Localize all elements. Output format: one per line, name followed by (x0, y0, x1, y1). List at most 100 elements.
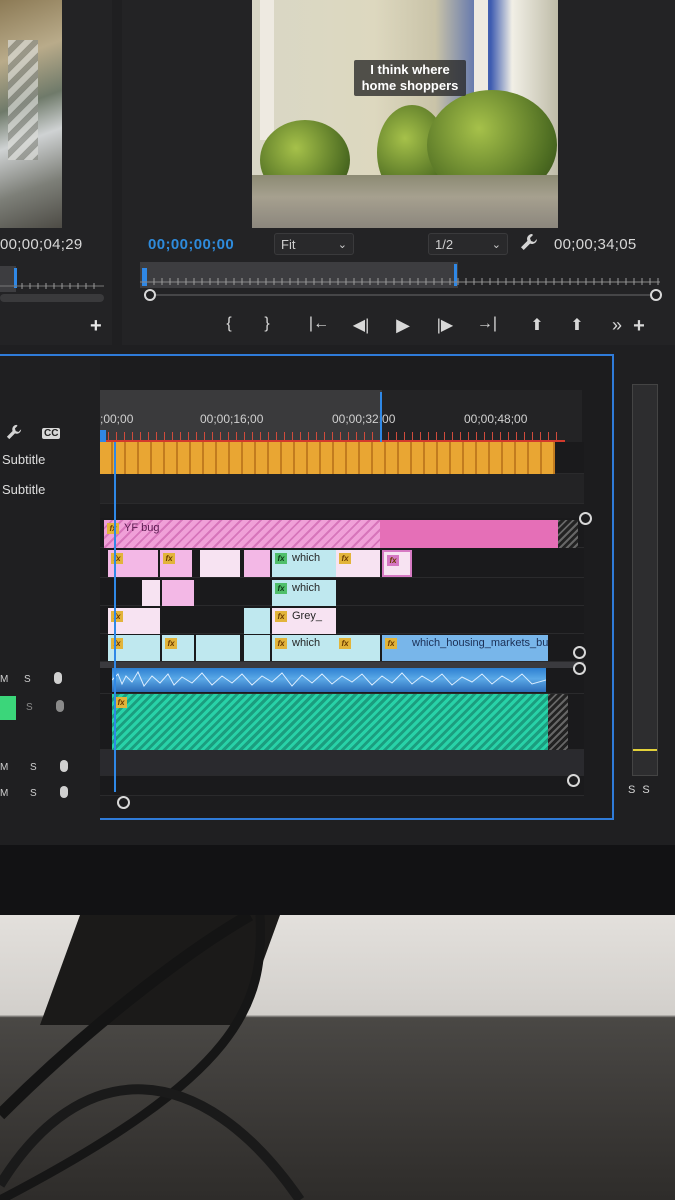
step-back-button[interactable]: ◀| (350, 315, 372, 335)
clip-blue[interactable] (244, 608, 270, 634)
solo-button[interactable]: S (24, 674, 31, 685)
video-caption: I think where home shoppers (354, 60, 466, 96)
clip-blue[interactable] (244, 635, 270, 661)
audio-lane-a3[interactable] (100, 750, 584, 776)
clip-selected-small[interactable]: fx (382, 550, 412, 577)
fx-badge: fx (385, 638, 397, 649)
subtitle-clip-strip[interactable] (100, 442, 555, 474)
fx-badge: fx (387, 555, 399, 566)
clip-grey[interactable]: fx Grey_ (272, 608, 336, 634)
track-scroll-handle[interactable] (573, 662, 586, 675)
cables (0, 915, 305, 1200)
clip-light[interactable] (200, 550, 240, 577)
program-playhead-timecode[interactable]: 00;00;00;00 (148, 236, 234, 253)
program-duration-timecode: 00;00;34;05 (554, 236, 637, 253)
subtitle-lane-2[interactable] (100, 474, 584, 504)
microphone-icon[interactable] (54, 672, 62, 684)
microphone-icon[interactable] (60, 760, 68, 772)
clip-label: which (292, 637, 321, 649)
fx-badge: fx (115, 697, 127, 708)
track-name-subtitle-1: Subtitle (2, 452, 46, 467)
mute-button[interactable]: M (0, 674, 8, 685)
mute-button[interactable]: M (0, 788, 8, 799)
timeline-wrench-icon[interactable] (6, 424, 22, 445)
playhead-line[interactable] (114, 442, 116, 792)
source-timecode[interactable]: 00;00;04;29 (0, 236, 112, 253)
program-scrubber[interactable] (140, 262, 670, 304)
house-column (260, 0, 274, 140)
fit-dropdown[interactable]: Fit ⌄ (274, 233, 354, 255)
clip-which-housing-markets[interactable]: fx which_housing_markets_bu (382, 635, 548, 661)
go-to-in-button[interactable]: |← (308, 315, 330, 333)
microphone-icon[interactable] (60, 786, 68, 798)
clip-which-v3[interactable]: fx which (272, 550, 336, 577)
fit-dropdown-value: Fit (281, 237, 296, 252)
premiere-app-window: 00;00;04;29 + I think where home shopper… (0, 0, 675, 850)
timeline-panel: CC Subtitle Subtitle M S S M S M S ;00;0… (0, 354, 614, 822)
clip-yf-bug[interactable]: fx YF bug (104, 520, 380, 548)
clip-light[interactable] (142, 580, 160, 606)
clip-pink[interactable] (244, 550, 270, 577)
play-button[interactable]: ▶ (392, 315, 414, 336)
extract-button[interactable]: ⬆ (566, 315, 588, 335)
wrench-icon[interactable] (520, 233, 538, 256)
ground (252, 175, 558, 228)
clip-pink[interactable] (162, 580, 194, 606)
clip-pink[interactable]: fx (160, 550, 192, 577)
audio-lane-a4[interactable] (100, 776, 584, 796)
microphone-icon[interactable] (56, 700, 64, 712)
clip-blue[interactable]: fx (336, 635, 380, 661)
source-monitor-panel: 00;00;04;29 + (0, 0, 112, 345)
mark-out-button[interactable]: } (256, 315, 278, 333)
audio-meter-panel: S S (614, 354, 675, 820)
clip-which-v2[interactable]: fx which (272, 580, 336, 606)
source-add-button[interactable]: + (90, 315, 102, 338)
track-scroll-handle[interactable] (567, 774, 580, 787)
clip-label: which (292, 552, 321, 564)
fx-badge: fx (111, 553, 123, 564)
clip-which-v1[interactable]: fx which (272, 635, 336, 661)
fx-badge: fx (111, 611, 123, 622)
resolution-dropdown-value: 1/2 (435, 237, 454, 252)
clip-hatched-end (548, 694, 568, 750)
clip-blue[interactable]: fx (162, 635, 194, 661)
timeline-zoom-handle[interactable] (117, 796, 130, 809)
source-monitor-frame (0, 0, 62, 228)
fx-badge: fx (275, 638, 287, 649)
audio-clip-a2[interactable]: fx (112, 694, 548, 750)
video-lane-v2[interactable] (100, 606, 584, 634)
meter-solo-labels[interactable]: S S (628, 784, 652, 796)
lift-button[interactable]: ⬆ (526, 315, 548, 335)
playhead-handle[interactable] (100, 430, 106, 442)
audio-meter (632, 384, 658, 776)
more-controls-button[interactable]: » (606, 315, 628, 336)
mute-button[interactable]: M (0, 762, 8, 773)
solo-button[interactable]: S (30, 788, 37, 799)
mark-in-button[interactable]: { (218, 315, 240, 333)
clip-blue[interactable] (196, 635, 240, 661)
resolution-dropdown[interactable]: 1/2 ⌄ (428, 233, 508, 255)
step-forward-button[interactable]: |▶ (434, 315, 456, 335)
fx-badge: fx (107, 523, 119, 534)
clip-pink-block[interactable] (380, 520, 558, 548)
audio-clip-a1[interactable] (112, 668, 546, 692)
ruler-label: 00;00;16;00 (200, 412, 264, 426)
track-scroll-handle[interactable] (579, 512, 592, 525)
go-to-out-button[interactable]: →| (476, 315, 498, 333)
program-add-button[interactable]: + (628, 315, 650, 338)
chevron-down-icon: ⌄ (337, 239, 347, 251)
clip-label: which (292, 582, 321, 594)
solo-button[interactable]: S (30, 762, 37, 773)
solo-button[interactable]: S (26, 702, 33, 713)
meter-peak (633, 749, 657, 751)
clip-label: Grey_ (292, 610, 322, 622)
captions-cc-icon[interactable]: CC (42, 428, 61, 439)
source-scrubber[interactable] (0, 266, 104, 302)
clip-light[interactable]: fx (336, 550, 380, 577)
ruler-label: 00;00;32;00 (332, 412, 396, 426)
track-scroll-handle[interactable] (573, 646, 586, 659)
audio-waveform (112, 670, 546, 687)
work-area-end-marker[interactable] (380, 392, 382, 442)
track-color-swatch (0, 696, 16, 720)
ruler-label: 00;00;48;00 (464, 412, 528, 426)
